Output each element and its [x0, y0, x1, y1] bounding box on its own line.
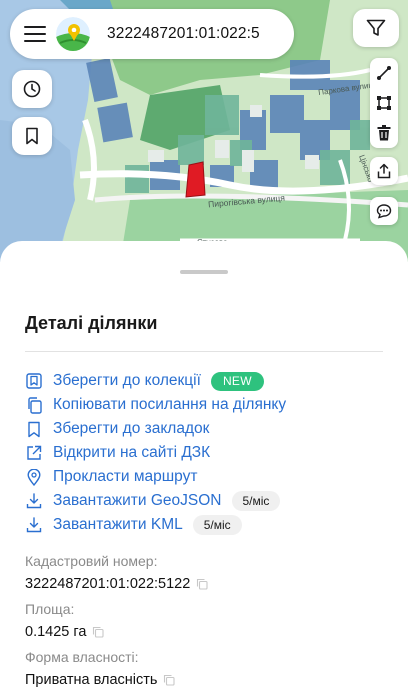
details-sheet: Деталі ділянки Зберегти до колекції NEW …: [0, 241, 408, 699]
sheet-title: Деталі ділянки: [25, 313, 158, 333]
app-logo: [56, 17, 90, 51]
clock-icon: [23, 80, 41, 98]
action-label: Відкрити на сайті ДЗК: [53, 444, 211, 461]
filter-button[interactable]: [353, 9, 399, 47]
build-route-button[interactable]: Прокласти маршрут: [25, 465, 385, 489]
action-label: Зберегти до колекції: [53, 372, 201, 389]
field-value-text: Приватна власність: [25, 672, 158, 688]
area-value[interactable]: 0.1425 га: [25, 624, 104, 640]
ruler-line-icon: [377, 66, 391, 80]
copy-icon[interactable]: [92, 626, 104, 638]
actions-list: Зберегти до колекції NEW Копіювати посил…: [25, 369, 385, 537]
external-link-icon: [25, 444, 43, 462]
download-kml-button[interactable]: Завантажити KML 5/міс: [25, 513, 385, 537]
action-label: Зберегти до закладок: [53, 420, 210, 437]
action-label: Прокласти маршрут: [53, 468, 198, 485]
location-pin-icon: [25, 468, 43, 486]
open-dzk-site-button[interactable]: Відкрити на сайті ДЗК: [25, 441, 385, 465]
cadastral-number-label: Кадастровий номер:: [25, 553, 158, 569]
measure-area-button[interactable]: [370, 89, 398, 117]
area-label: Площа:: [25, 601, 75, 617]
collection-icon: [25, 372, 43, 390]
delete-drawing-button[interactable]: [370, 119, 398, 147]
download-icon: [25, 516, 43, 534]
download-geojson-button[interactable]: Завантажити GeoJSON 5/міс: [25, 489, 385, 513]
measure-line-button[interactable]: [370, 59, 398, 87]
copy-icon[interactable]: [196, 578, 208, 590]
share-button[interactable]: [370, 157, 398, 185]
ownership-label: Форма власності:: [25, 649, 139, 665]
action-label: Копіювати посилання на ділянку: [53, 396, 287, 413]
action-label: Завантажити KML: [53, 516, 183, 533]
quota-badge: 5/міс: [192, 515, 242, 535]
save-to-bookmarks-button[interactable]: Зберегти до закладок: [25, 417, 385, 441]
copy-link-icon: [25, 396, 43, 414]
chat-icon: [376, 204, 392, 219]
hamburger-icon[interactable]: [24, 26, 46, 42]
divider: [25, 351, 383, 352]
search-input[interactable]: 3222487201:01:022:5: [107, 25, 262, 43]
copy-link-button[interactable]: Копіювати посилання на ділянку: [25, 393, 385, 417]
ownership-value[interactable]: Приватна власність: [25, 672, 175, 688]
share-icon: [377, 163, 391, 179]
field-value-text: 3222487201:01:022:5122: [25, 576, 191, 592]
copy-icon[interactable]: [163, 674, 175, 686]
cadastral-number-value[interactable]: 3222487201:01:022:5122: [25, 576, 208, 592]
search-bar[interactable]: 3222487201:01:022:5: [10, 9, 294, 59]
polygon-icon: [377, 96, 391, 110]
history-button[interactable]: [12, 70, 52, 108]
filter-icon: [366, 19, 386, 36]
new-badge: NEW: [210, 371, 264, 391]
bookmark-icon: [26, 127, 38, 145]
trash-icon: [377, 125, 391, 141]
quota-badge: 5/міс: [231, 491, 281, 511]
field-value-text: 0.1425 га: [25, 624, 87, 640]
action-label: Завантажити GeoJSON: [53, 492, 222, 509]
bookmark-icon: [25, 420, 43, 438]
download-icon: [25, 492, 43, 510]
bookmarks-button[interactable]: [12, 117, 52, 155]
save-to-collection-button[interactable]: Зберегти до колекції NEW: [25, 369, 385, 393]
map-view[interactable]: Паркова вулиця Пирогівська вулиця Стусов…: [0, 0, 408, 262]
drawing-toolbar: [370, 58, 398, 148]
chat-button[interactable]: [370, 197, 398, 225]
sheet-handle[interactable]: [180, 270, 228, 274]
